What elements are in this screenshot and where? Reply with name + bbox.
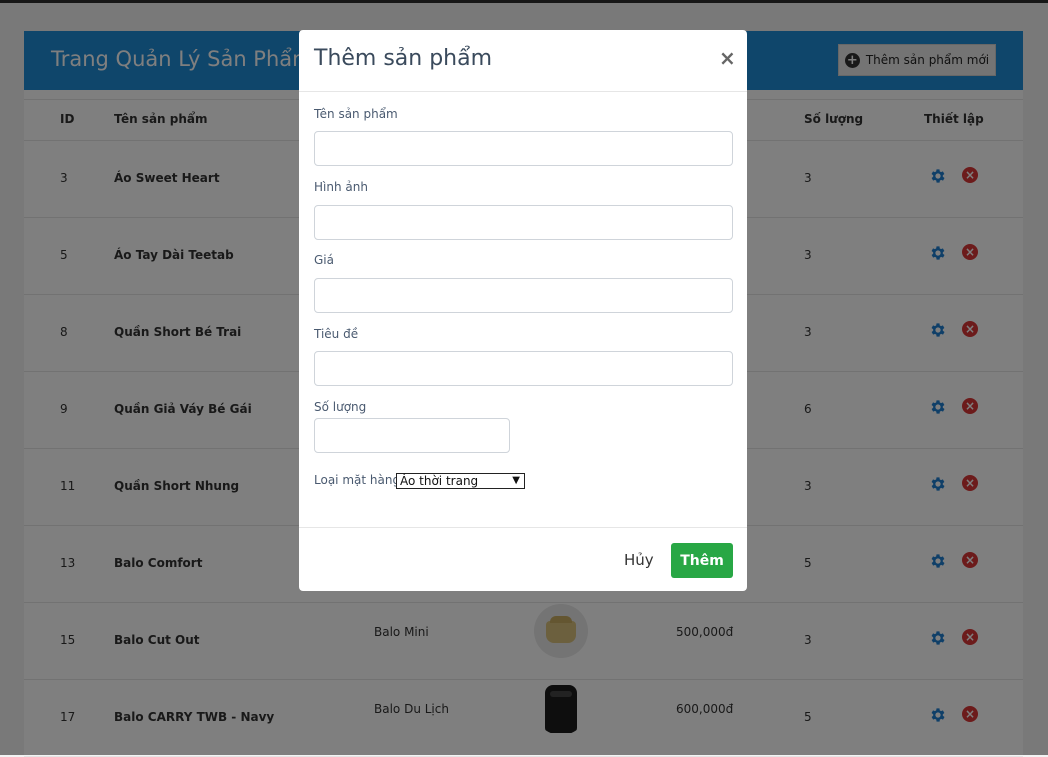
product-type-select[interactable]: Áo thời trang ▼	[396, 473, 525, 489]
price-label: Giá	[314, 253, 334, 267]
image-label: Hình ảnh	[314, 180, 368, 194]
image-input[interactable]	[314, 205, 733, 240]
price-input[interactable]	[314, 278, 733, 313]
product-type-label: Loại mặt hàng	[314, 473, 401, 487]
chevron-down-icon: ▼	[512, 475, 520, 486]
headline-label: Tiêu đề	[314, 327, 359, 341]
modal-header: Thêm sản phẩm ×	[299, 30, 747, 92]
add-product-modal: Thêm sản phẩm × Tên sản phẩm Hình ảnh Gi…	[299, 30, 747, 591]
modal-title: Thêm sản phẩm	[314, 46, 493, 71]
product-name-label: Tên sản phẩm	[314, 107, 398, 121]
modal-footer: Hủy Thêm	[299, 527, 747, 592]
close-icon[interactable]: ×	[719, 46, 736, 70]
cancel-button[interactable]: Hủy	[624, 551, 654, 569]
product-name-input[interactable]	[314, 131, 733, 166]
submit-button[interactable]: Thêm	[671, 543, 733, 578]
quantity-input[interactable]	[314, 418, 510, 453]
product-type-value: Áo thời trang	[400, 474, 479, 488]
quantity-label: Số lượng	[314, 400, 367, 414]
headline-input[interactable]	[314, 351, 733, 386]
